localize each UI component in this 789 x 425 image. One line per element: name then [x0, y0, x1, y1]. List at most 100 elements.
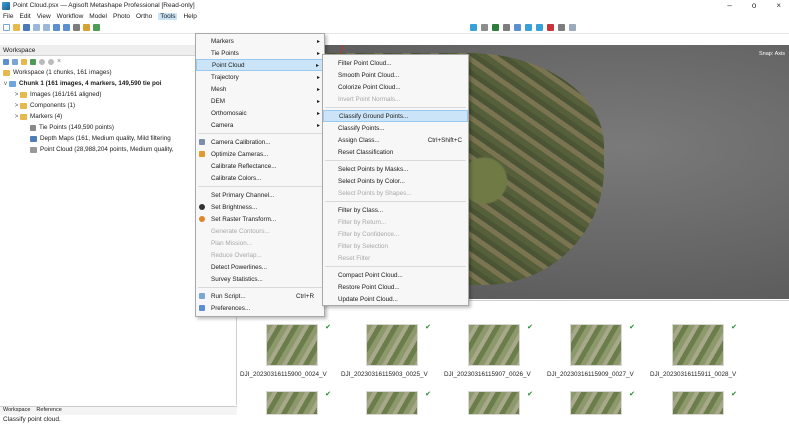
menu-item-reset-classification[interactable]: Reset Classification [323, 146, 468, 158]
menu-item-camera[interactable]: Camera ▸ [196, 119, 324, 131]
menu-item-optimize-cameras[interactable]: Optimize Cameras... [196, 148, 324, 160]
remove-icon[interactable]: × [57, 58, 63, 65]
photo-thumbnail[interactable]: ✔ [266, 391, 331, 415]
texture-icon[interactable] [503, 24, 510, 31]
menu-edit[interactable]: Edit [19, 13, 30, 20]
navigate-icon[interactable] [73, 24, 80, 31]
region-icon[interactable] [558, 24, 565, 31]
view-icon[interactable] [63, 24, 70, 31]
menu-ortho[interactable]: Ortho [136, 13, 152, 20]
expand-icon[interactable]: > [13, 114, 20, 120]
add-chunk-icon[interactable] [3, 58, 9, 65]
menu-item-markers[interactable]: Markers ▸ [196, 35, 324, 47]
expand-icon[interactable]: > [13, 92, 20, 98]
merge-chunks-icon[interactable] [30, 58, 36, 65]
menu-item-compact-point-cloud[interactable]: Compact Point Cloud... [323, 269, 468, 281]
menu-item-update-point-cloud[interactable]: Update Point Cloud... [323, 293, 468, 305]
menu-item-filter-by-confidence[interactable]: Filter by Confidence... [323, 228, 468, 240]
model-mode-icon[interactable] [492, 24, 499, 31]
undo-icon[interactable] [33, 24, 40, 31]
menu-item-mesh[interactable]: Mesh ▸ [196, 83, 324, 95]
menu-item-calibrate-colors[interactable]: Calibrate Colors... [196, 172, 324, 184]
menu-item-set-primary-channel[interactable]: Set Primary Channel... [196, 189, 324, 201]
menu-item-select-points-by-color[interactable]: Select Points by Color... [323, 175, 468, 187]
reset-view-icon[interactable] [470, 24, 477, 31]
photo-thumbnail[interactable]: ✔ [468, 324, 533, 366]
menu-item-survey-statistics[interactable]: Survey Statistics... [196, 273, 324, 285]
new-icon[interactable] [3, 24, 10, 31]
aligned-check-icon: ✔ [527, 324, 533, 331]
menu-item-plan-mission[interactable]: Plan Mission... [196, 237, 324, 249]
menu-photo[interactable]: Photo [113, 13, 130, 20]
menu-item-assign-class[interactable]: Assign Class... Ctrl+Shift+C [323, 134, 468, 146]
menu-tools[interactable]: Tools [158, 13, 178, 20]
select-icon[interactable] [53, 24, 60, 31]
menu-item-smooth-point-cloud[interactable]: Smooth Point Cloud... [323, 69, 468, 81]
tab-reference[interactable]: Reference [36, 407, 61, 415]
menu-item-reduce-overlap[interactable]: Reduce Overlap... [196, 249, 324, 261]
menu-item-detect-powerlines[interactable]: Detect Powerlines... [196, 261, 324, 273]
menu-item-run-script[interactable]: Run Script... Ctrl+R [196, 290, 324, 302]
menu-item-classify-points[interactable]: Classify Points... [323, 122, 468, 134]
photo-thumbnail[interactable]: ✔ [672, 391, 737, 415]
markers-icon[interactable] [547, 24, 554, 31]
menu-separator [325, 266, 466, 267]
menu-item-filter-by-return[interactable]: Filter by Return... [323, 216, 468, 228]
menu-item-classify-ground-points[interactable]: Classify Ground Points... [323, 110, 468, 122]
grid-icon[interactable] [481, 24, 488, 31]
photo-thumbnail[interactable]: ✔ [672, 324, 737, 366]
menu-view[interactable]: View [37, 13, 51, 20]
minimize-button[interactable]: – [727, 1, 731, 10]
photo-label: DJI_20230316115907_0026_V [444, 371, 531, 378]
photo-thumbnail[interactable]: ✔ [266, 324, 331, 366]
enable-icon[interactable] [39, 58, 45, 65]
redo-icon[interactable] [43, 24, 50, 31]
point-cloud-mode-icon[interactable] [525, 24, 532, 31]
menu-item-set-raster-transform[interactable]: Set Raster Transform... [196, 213, 324, 225]
tab-workspace[interactable]: Workspace [3, 407, 30, 415]
menu-item-trajectory[interactable]: Trajectory ▸ [196, 71, 324, 83]
menu-item-preferences[interactable]: Preferences... [196, 302, 324, 314]
collapse-icon[interactable]: v [2, 81, 9, 87]
maximize-button[interactable]: o [752, 1, 756, 10]
menu-item-tie-points[interactable]: Tie Points ▸ [196, 47, 324, 59]
disable-icon[interactable] [48, 58, 54, 65]
expand-icon[interactable]: > [13, 103, 20, 109]
menu-item-point-cloud[interactable]: Point Cloud ▸ [196, 59, 324, 71]
menu-workflow[interactable]: Workflow [57, 13, 84, 20]
menu-item-camera-calibration[interactable]: Camera Calibration... [196, 136, 324, 148]
photo-thumbnail[interactable]: ✔ [366, 391, 431, 415]
photo-thumbnail[interactable]: ✔ [366, 324, 431, 366]
close-button[interactable]: × [776, 1, 781, 10]
photo-thumbnail[interactable]: ✔ [570, 391, 635, 415]
cameras-icon[interactable] [536, 24, 543, 31]
menu-item-restore-point-cloud[interactable]: Restore Point Cloud... [323, 281, 468, 293]
photo-thumbnail[interactable]: ✔ [570, 324, 635, 366]
menu-item-reset-filter[interactable]: Reset Filter [323, 252, 468, 264]
menu-item-generate-contours[interactable]: Generate Contours... [196, 225, 324, 237]
scale-icon[interactable] [569, 24, 576, 31]
menu-item-filter-by-selection[interactable]: Filter by Selection [323, 240, 468, 252]
open-icon[interactable] [13, 24, 20, 31]
menu-model[interactable]: Model [89, 13, 107, 20]
menu-item-dem[interactable]: DEM ▸ [196, 95, 324, 107]
menu-item-filter-by-class[interactable]: Filter by Class... [323, 204, 468, 216]
menu-item-select-points-by-masks[interactable]: Select Points by Masks... [323, 163, 468, 175]
menu-help[interactable]: Help [183, 13, 196, 20]
metashape-app-icon [2, 1, 10, 10]
menu-item-colorize-point-cloud[interactable]: Colorize Point Cloud... [323, 81, 468, 93]
ruler-icon[interactable] [83, 24, 90, 31]
menu-item-invert-point-normals[interactable]: Invert Point Normals... [323, 93, 468, 105]
tie-points-mode-icon[interactable] [514, 24, 521, 31]
menu-item-set-brightness[interactable]: Set Brightness... [196, 201, 324, 213]
menu-item-filter-point-cloud[interactable]: Filter Point Cloud... [323, 57, 468, 69]
add-folder-icon[interactable] [21, 58, 27, 65]
shape-icon[interactable] [93, 24, 100, 31]
save-icon[interactable] [23, 24, 30, 31]
menu-item-select-points-by-shapes[interactable]: Select Points by Shapes... [323, 187, 468, 199]
menu-item-orthomosaic[interactable]: Orthomosaic ▸ [196, 107, 324, 119]
menu-file[interactable]: File [3, 13, 13, 20]
add-photos-icon[interactable] [12, 58, 18, 65]
photo-thumbnail[interactable]: ✔ [468, 391, 533, 415]
menu-item-calibrate-reflectance[interactable]: Calibrate Reflectance... [196, 160, 324, 172]
